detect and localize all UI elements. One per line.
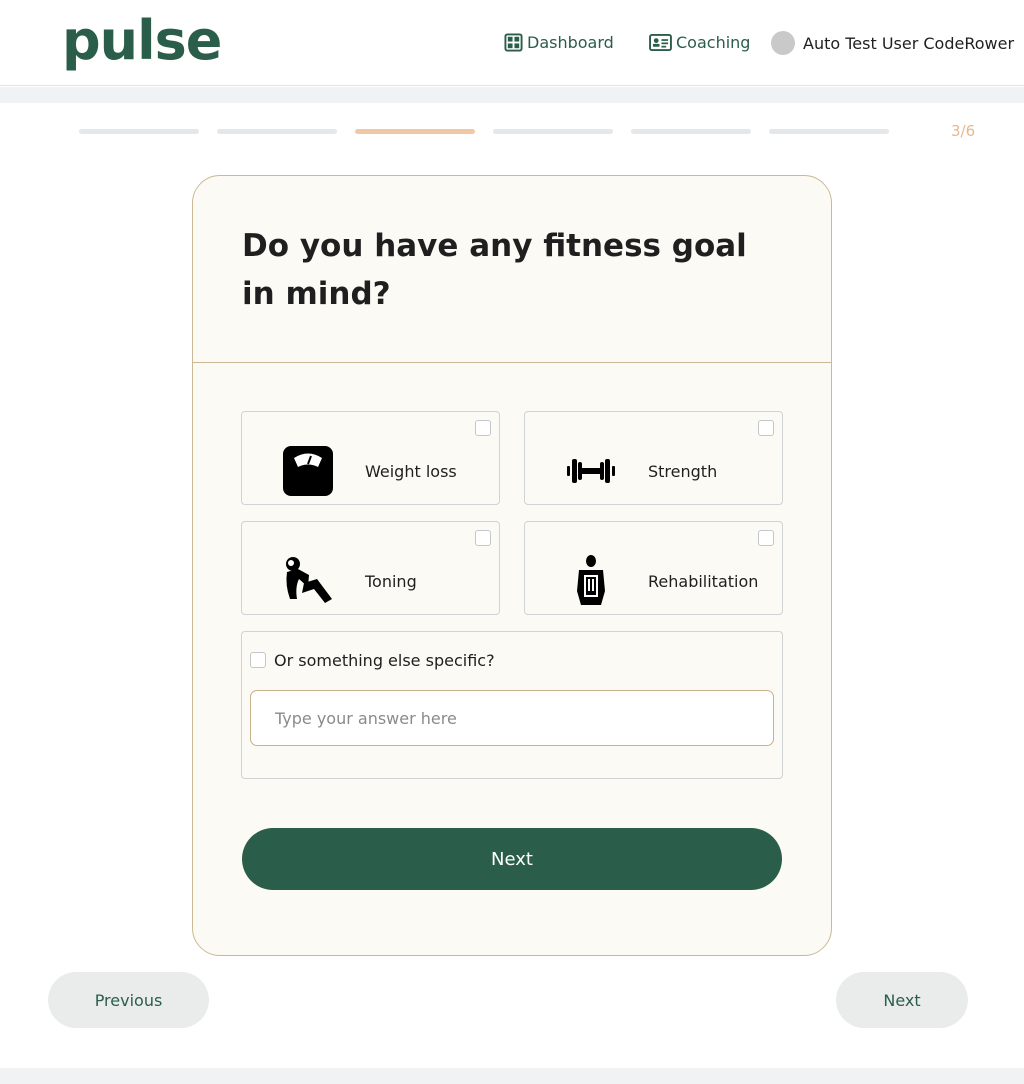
nav-dashboard[interactable]: Dashboard [504, 30, 614, 54]
other-option-group: Or something else specific? [241, 631, 783, 779]
scale-icon [283, 446, 333, 496]
dashboard-grid-icon [504, 32, 523, 52]
option-strength[interactable]: Strength [524, 411, 783, 505]
nav-dashboard-label: Dashboard [527, 32, 614, 52]
user-name: Auto Test User CodeRower [803, 33, 1015, 53]
id-card-icon [649, 33, 672, 51]
nav-coaching[interactable]: Coaching [649, 30, 750, 54]
option-checkbox[interactable] [475, 530, 491, 546]
other-option-checkbox[interactable] [250, 652, 266, 668]
app-header: pulse Dashboard Coaching Auto Test User … [0, 0, 1024, 86]
answer-input[interactable] [250, 690, 774, 746]
option-checkbox[interactable] [758, 530, 774, 546]
progress-segment [217, 129, 337, 134]
progress-segment [631, 129, 751, 134]
dumbbell-icon [567, 459, 615, 483]
nav-coaching-label: Coaching [676, 32, 751, 52]
pulse-logo[interactable]: pulse [62, 6, 222, 76]
step-counter: 3/6 [951, 122, 976, 140]
progress-bar [79, 129, 889, 134]
question-header: Do you have any fitness goal in mind? [193, 176, 831, 363]
progress-segment [493, 129, 613, 134]
question-card: Do you have any fitness goal in mind? We… [192, 175, 832, 956]
next-button[interactable]: Next [836, 972, 968, 1028]
other-option-label: Or something else specific? [274, 651, 495, 670]
submit-next-button[interactable]: Next [242, 828, 782, 890]
user-menu[interactable]: Auto Test User CodeRower [771, 30, 1014, 56]
progress-segment [79, 129, 199, 134]
bottom-divider-band [0, 1068, 1024, 1084]
option-label: Strength [648, 462, 718, 481]
avatar [771, 31, 795, 55]
option-checkbox[interactable] [758, 420, 774, 436]
option-checkbox[interactable] [475, 420, 491, 436]
option-label: Toning [365, 572, 417, 591]
question-title: Do you have any fitness goal in mind? [242, 228, 747, 312]
option-toning[interactable]: Toning [241, 521, 500, 615]
progress-segment [769, 129, 889, 134]
option-label: Rehabilitation [648, 572, 759, 591]
previous-button[interactable]: Previous [48, 972, 209, 1028]
rehab-icon [577, 555, 605, 605]
progress-segment-active [355, 129, 475, 134]
option-rehabilitation[interactable]: Rehabilitation [524, 521, 783, 615]
situp-icon [286, 557, 332, 603]
option-weight-loss[interactable]: Weight loss [241, 411, 500, 505]
top-divider-band [0, 87, 1024, 103]
option-label: Weight loss [365, 462, 457, 481]
